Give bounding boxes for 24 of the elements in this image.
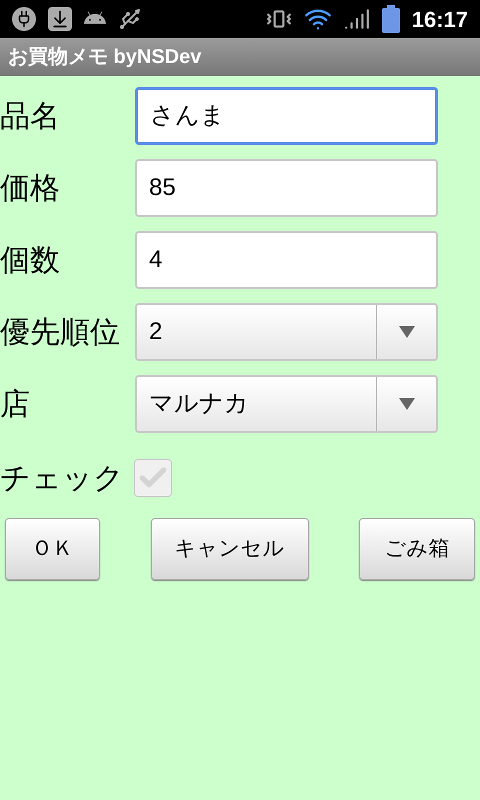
field-label: 品名 — [0, 98, 61, 134]
dropdown[interactable]: 2 — [135, 303, 438, 361]
action-button[interactable]: ＯＫ — [5, 518, 100, 580]
plug-icon — [12, 7, 36, 31]
dropdown-arrow-icon — [398, 398, 414, 410]
input-field[interactable]: さんま — [135, 87, 438, 145]
field-label: チェック — [0, 460, 124, 496]
input-field[interactable]: 85 — [135, 159, 438, 217]
field-label: 価格 — [0, 170, 61, 206]
battery-icon — [382, 5, 400, 33]
usb-icon — [118, 7, 142, 31]
dropdown-value: マルナカ — [148, 389, 250, 419]
dropdown-value: 2 — [148, 317, 164, 347]
field-label: 優先順位 — [0, 314, 121, 350]
field-label: 個数 — [0, 242, 61, 278]
field-label: 店 — [0, 386, 31, 422]
clock: 16:17 — [412, 6, 468, 34]
dropdown-arrow-icon — [398, 326, 414, 338]
input-field[interactable]: 4 — [135, 231, 438, 289]
app-title: お買物メモ byNSDev — [8, 45, 202, 70]
action-button[interactable]: ごみ箱 — [359, 518, 475, 580]
action-button[interactable]: キャンセル — [150, 518, 308, 580]
dropdown[interactable]: マルナカ — [135, 375, 438, 433]
download-icon — [48, 7, 72, 31]
